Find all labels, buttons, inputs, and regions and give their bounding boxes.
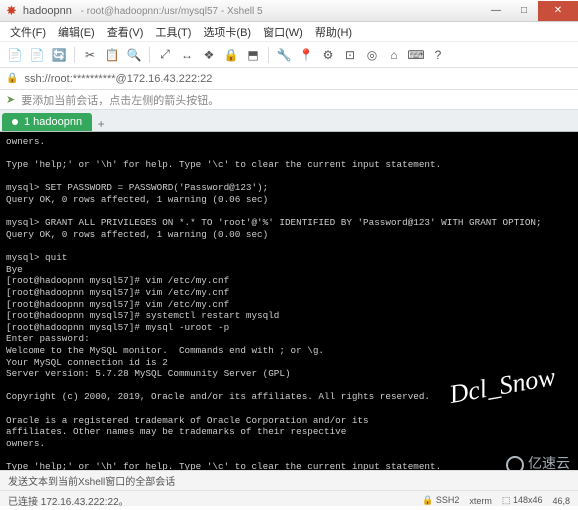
menu-view[interactable]: 查看(V) xyxy=(107,24,144,40)
find-icon[interactable]: 🔍 xyxy=(125,46,143,64)
send-icon[interactable]: ➤ xyxy=(6,93,15,106)
address-text: ssh://root:**********@172.16.43.222:22 xyxy=(24,73,212,85)
window-title: hadoopnn - root@hadoopnn:/usr/mysql57 - … xyxy=(23,5,263,17)
toolbar: 📄 📄 🔄 ✂ 📋 🔍 ⤢ ↔ ❖ 🔒 ⬒ 🔧 📍 ⚙ ⊡ ◎ ⌂ ⌨ ? xyxy=(0,42,578,68)
separator xyxy=(149,47,150,63)
color-icon[interactable]: ◎ xyxy=(363,46,381,64)
fullscreen-icon[interactable]: ⤢ xyxy=(156,46,174,64)
keyboard-icon[interactable]: ⌨ xyxy=(407,46,425,64)
layout-icon[interactable]: ⬒ xyxy=(244,46,262,64)
add-tab-button[interactable]: + xyxy=(92,115,110,131)
help-icon[interactable]: ? xyxy=(429,46,447,64)
status-term: xterm xyxy=(469,496,492,506)
menu-bar: 文件(F) 编辑(E) 查看(V) 工具(T) 选项卡(B) 窗口(W) 帮助(… xyxy=(0,22,578,42)
props-icon[interactable]: 🔧 xyxy=(275,46,293,64)
session-tab[interactable]: 1 hadoopnn xyxy=(2,113,92,131)
lock-icon[interactable]: 🔒 xyxy=(222,46,240,64)
status-size: ⬚ 148x46 xyxy=(502,495,543,506)
watermark: Dcl_Snow xyxy=(447,360,558,411)
title-bar: ✸ hadoopnn - root@hadoopnn:/usr/mysql57 … xyxy=(0,0,578,22)
separator xyxy=(268,47,269,63)
app-icon: ✸ xyxy=(6,3,17,19)
status-dot-icon xyxy=(12,119,18,125)
paste-icon[interactable]: 📋 xyxy=(103,46,121,64)
maximize-button[interactable]: □ xyxy=(510,1,538,21)
menu-tools[interactable]: 工具(T) xyxy=(155,24,191,40)
menu-help[interactable]: 帮助(H) xyxy=(315,24,352,40)
view-icon[interactable]: ⊡ xyxy=(341,46,359,64)
menu-tab[interactable]: 选项卡(B) xyxy=(203,24,251,40)
reconnect-icon[interactable]: 🔄 xyxy=(50,46,68,64)
status-hint: 发送文本到当前Xshell窗口的全部会话 xyxy=(0,471,578,491)
menu-file[interactable]: 文件(F) xyxy=(10,24,46,40)
lock-icon: 🔒 xyxy=(6,73,18,84)
transparent-icon[interactable]: ❖ xyxy=(200,46,218,64)
cut-icon[interactable]: ✂ xyxy=(81,46,99,64)
new-icon[interactable]: 📄 xyxy=(6,46,24,64)
menu-edit[interactable]: 编辑(E) xyxy=(58,24,95,40)
home-icon[interactable]: ⌂ xyxy=(385,46,403,64)
separator xyxy=(74,47,75,63)
command-bar[interactable]: ➤ 要添加当前会话，点击左侧的箭头按钮。 xyxy=(0,90,578,110)
pin-icon[interactable]: 📍 xyxy=(297,46,315,64)
address-bar[interactable]: 🔒 ssh://root:**********@172.16.43.222:22 xyxy=(0,68,578,90)
status-ssh: 🔒 SSH2 xyxy=(422,495,459,506)
simple-icon[interactable]: ↔ xyxy=(178,46,196,64)
close-button[interactable]: ✕ xyxy=(538,1,578,21)
command-hint: 要添加当前会话，点击左侧的箭头按钮。 xyxy=(21,92,219,108)
tab-bar: 1 hadoopnn + xyxy=(0,110,578,132)
tab-label: 1 hadoopnn xyxy=(24,116,82,128)
opts-icon[interactable]: ⚙ xyxy=(319,46,337,64)
menu-window[interactable]: 窗口(W) xyxy=(263,24,303,40)
status-pos: 46,8 xyxy=(552,496,570,506)
status-bar: 发送文本到当前Xshell窗口的全部会话 已连接 172.16.43.222:2… xyxy=(0,470,578,506)
minimize-button[interactable]: — xyxy=(482,1,510,21)
terminal[interactable]: owners. Type 'help;' or '\h' for help. T… xyxy=(0,132,578,502)
open-icon[interactable]: 📄 xyxy=(28,46,46,64)
terminal-output: owners. Type 'help;' or '\h' for help. T… xyxy=(6,136,542,502)
